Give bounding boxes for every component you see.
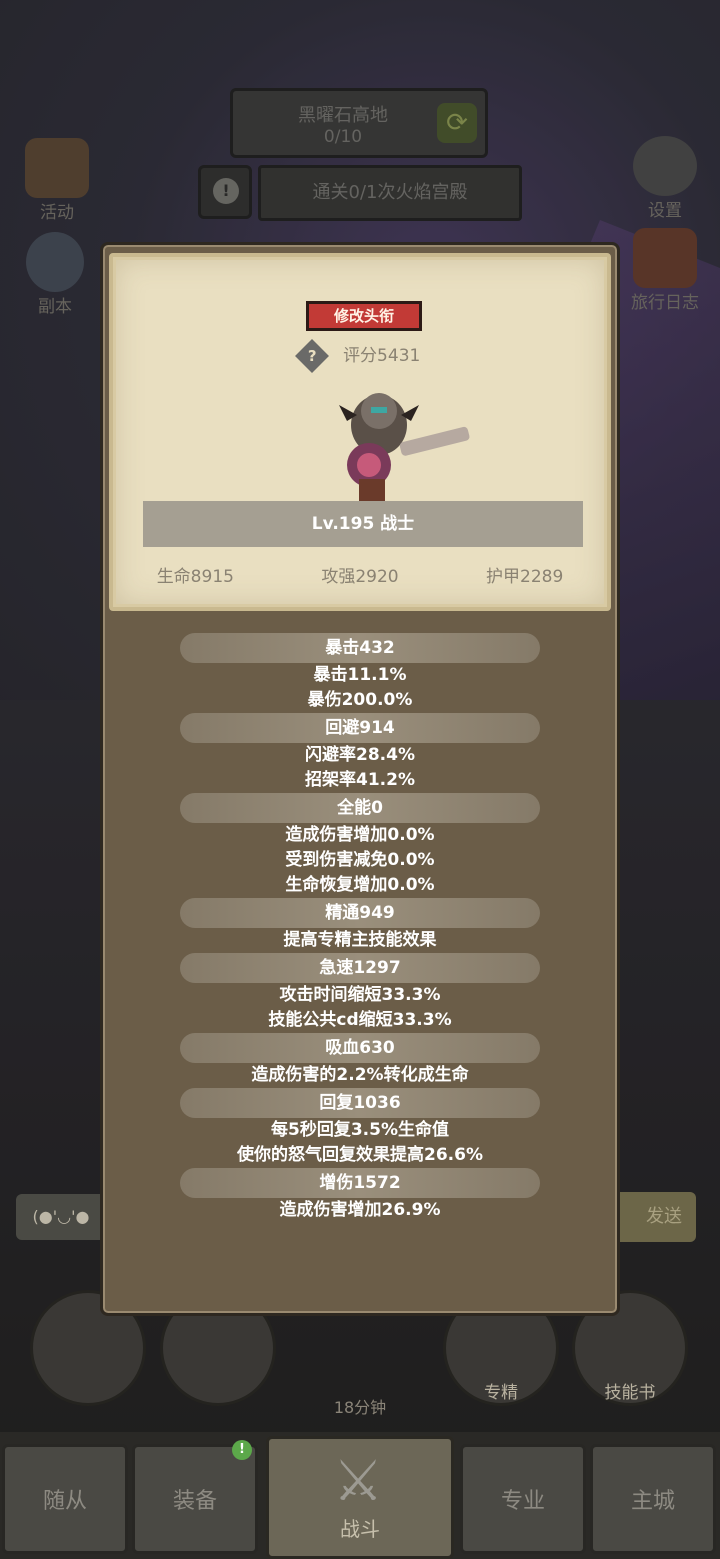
nav-followers[interactable]: 随从 bbox=[2, 1444, 128, 1554]
stats-list: 暴击432 暴击11.1% 暴伤200.0% 回避914 闪避率28.4% 招架… bbox=[103, 633, 617, 1223]
stat-line: 使你的怒气回复效果提高26.6% bbox=[237, 1145, 483, 1165]
bottom-nav: 随从 装备 ⚔ 战斗 专业 主城 bbox=[0, 1432, 720, 1559]
stat-evasion-header: 回避914 bbox=[180, 713, 540, 743]
equipment-badge: ! bbox=[232, 1440, 252, 1460]
attack-stat: 攻强2920 bbox=[321, 567, 399, 587]
help-icon[interactable]: ? bbox=[294, 339, 329, 373]
stat-regen-header: 回复1036 bbox=[180, 1088, 540, 1118]
hp-stat: 生命8915 bbox=[156, 567, 234, 587]
nav-profession[interactable]: 专业 bbox=[460, 1444, 586, 1554]
emote-button[interactable]: (●'◡'● bbox=[16, 1194, 106, 1240]
stat-crit-header: 暴击432 bbox=[180, 633, 540, 663]
nav-equipment[interactable]: 装备 bbox=[132, 1444, 258, 1554]
score-text: 评分5431 bbox=[343, 346, 421, 366]
stat-line: 造成伤害增加26.9% bbox=[279, 1200, 441, 1220]
specialization-label: 专精 bbox=[484, 1383, 518, 1403]
stat-mastery-header: 精通949 bbox=[180, 898, 540, 928]
nav-battle-label: 战斗 bbox=[340, 1517, 380, 1541]
stat-damage-header: 增伤1572 bbox=[180, 1168, 540, 1198]
profile-card: 修改头衔 ? 评分5431 Lv.195 战士 生命8915 攻强2920 护甲… bbox=[109, 253, 611, 611]
stat-line: 招架率41.2% bbox=[305, 770, 415, 790]
stat-line: 受到伤害减免0.0% bbox=[285, 850, 435, 870]
stat-versatility-header: 全能0 bbox=[180, 793, 540, 823]
edit-title-button[interactable]: 修改头衔 bbox=[306, 301, 422, 331]
stat-line: 闪避率28.4% bbox=[305, 745, 415, 765]
stat-line: 造成伤害的2.2%转化成生命 bbox=[251, 1065, 469, 1085]
character-name: Lv.195 战士 bbox=[143, 501, 583, 547]
skill-book-label: 技能书 bbox=[604, 1383, 656, 1403]
character-stats-modal: 修改头衔 ? 评分5431 Lv.195 战士 生命8915 攻强2920 护甲… bbox=[100, 242, 620, 1316]
stat-line: 生命恢复增加0.0% bbox=[285, 875, 435, 895]
stat-line: 攻击时间缩短33.3% bbox=[279, 985, 441, 1005]
stat-line: 暴伤200.0% bbox=[307, 690, 413, 710]
stat-line: 暴击11.1% bbox=[313, 665, 407, 685]
base-stats: 生命8915 攻强2920 护甲2289 bbox=[113, 562, 607, 587]
nav-main-city[interactable]: 主城 bbox=[590, 1444, 716, 1554]
nav-battle[interactable]: ⚔ 战斗 bbox=[266, 1436, 454, 1559]
stat-lifesteal-header: 吸血630 bbox=[180, 1033, 540, 1063]
armor-stat: 护甲2289 bbox=[486, 567, 564, 587]
stat-line: 提高专精主技能效果 bbox=[283, 930, 437, 950]
chest-timer: 18分钟 bbox=[333, 1398, 387, 1417]
crossed-swords-icon: ⚔ bbox=[333, 1449, 384, 1514]
warrior-avatar bbox=[339, 393, 470, 501]
stat-line: 造成伤害增加0.0% bbox=[285, 825, 435, 845]
score-row: ? 评分5431 bbox=[113, 339, 607, 373]
stat-line: 技能公共cd缩短33.3% bbox=[268, 1010, 452, 1030]
stat-line: 每5秒回复3.5%生命值 bbox=[271, 1120, 449, 1140]
stat-haste-header: 急速1297 bbox=[180, 953, 540, 983]
